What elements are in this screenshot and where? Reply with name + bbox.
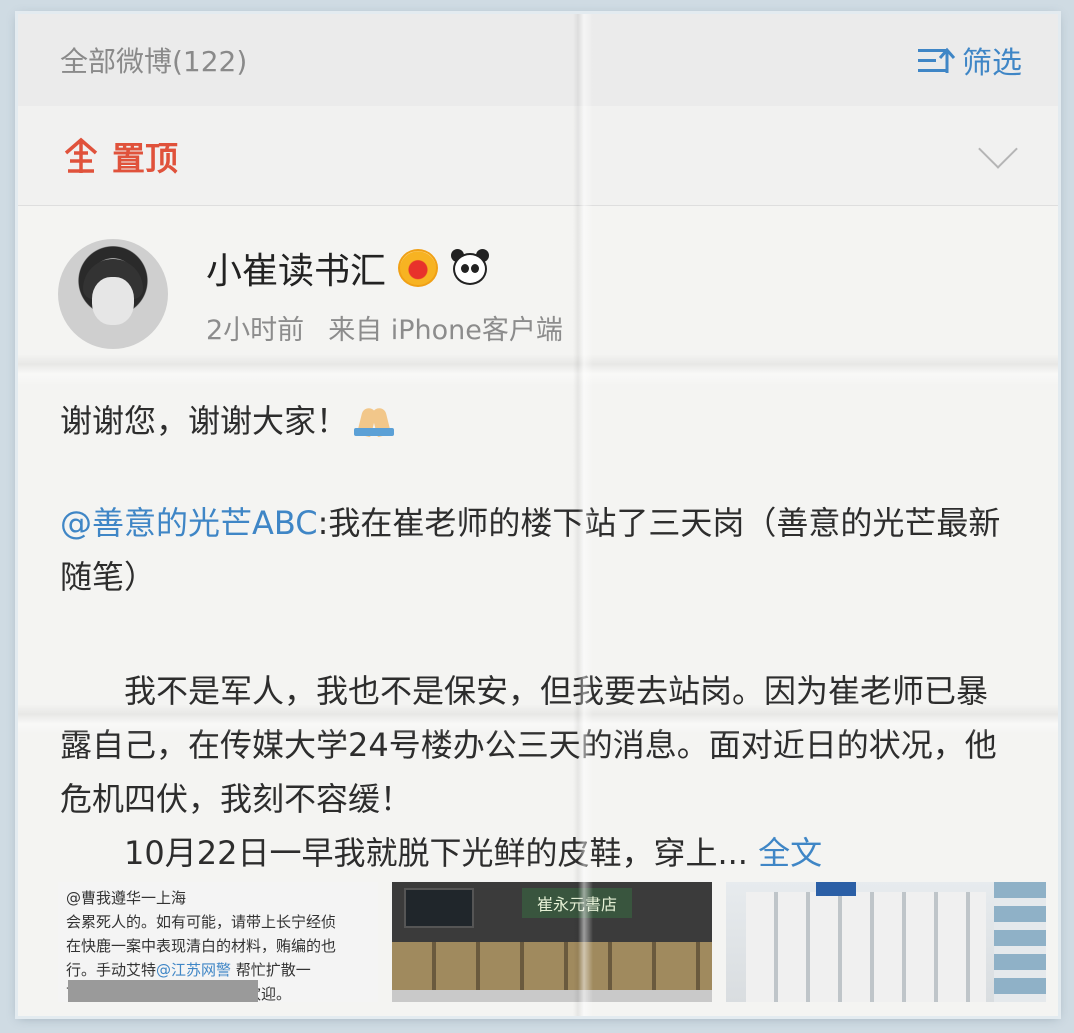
- post-time: 2小时前: [206, 314, 305, 346]
- image-grid: @曹我遵华一上海 会累死人的。如有可能，请带上长宁经侦 在快鹿一案中表现清白的材…: [58, 882, 1046, 1002]
- pinned-label: 置顶: [112, 138, 178, 178]
- image-thumbnail-2[interactable]: 崔永元書店: [392, 882, 712, 1002]
- mention-link[interactable]: @善意的光芒ABC: [60, 504, 318, 542]
- thumb1-line-0: @曹我遵华一上海: [66, 889, 187, 907]
- thumb1-line-3: 行。手动艾特@江苏网警 帮忙扩散一: [66, 961, 311, 979]
- filter-icon: [918, 45, 956, 75]
- name-row: 小崔读书汇: [206, 242, 563, 294]
- full-text-link[interactable]: 全文: [758, 834, 822, 872]
- pinned-indicator: 置顶: [62, 132, 178, 180]
- chevron-down-icon[interactable]: [978, 128, 1018, 169]
- user-info: 小崔读书汇 2小时前 来自 iPhone客户端: [206, 242, 563, 347]
- thumb1-line-2: 在快鹿一案中表现清白的材料，贿编的也: [66, 937, 337, 955]
- weibo-screenshot: 全部微博(122) 筛选 置顶 小崔读书汇 2小时前 来自 iPhone客户端 …: [18, 14, 1058, 1016]
- post-meta: 2小时前 来自 iPhone客户端: [206, 308, 563, 347]
- bookstore-sign: 崔永元書店: [522, 888, 632, 918]
- timeline-header: 全部微博(122) 筛选: [18, 14, 1058, 106]
- avatar[interactable]: [58, 239, 168, 349]
- filter-label: 筛选: [962, 46, 1022, 81]
- post-main-text: 谢谢您，谢谢大家！: [60, 394, 1018, 448]
- image-thumbnail-3[interactable]: [726, 882, 1046, 1002]
- all-posts-count[interactable]: 全部微博(122): [60, 40, 247, 80]
- pinned-bar[interactable]: 置顶: [18, 106, 1058, 206]
- panda-icon[interactable]: [450, 248, 490, 287]
- post-body[interactable]: 谢谢您，谢谢大家！ @善意的光芒ABC:我在崔老师的楼下站了三天岗（善意的光芒最…: [60, 394, 1018, 880]
- post-source[interactable]: 来自 iPhone客户端: [328, 308, 563, 347]
- pray-icon: [354, 406, 395, 438]
- quoted-post: @善意的光芒ABC:我在崔老师的楼下站了三天岗（善意的光芒最新随笔）: [60, 496, 1018, 604]
- image-thumbnail-1[interactable]: @曹我遵华一上海 会累死人的。如有可能，请带上长宁经侦 在快鹿一案中表现清白的材…: [58, 882, 378, 1002]
- post-header: 小崔读书汇 2小时前 来自 iPhone客户端: [58, 239, 563, 349]
- crown-icon[interactable]: [398, 248, 439, 287]
- filter-button[interactable]: 筛选: [918, 38, 1022, 82]
- pin-icon: [64, 137, 98, 173]
- paragraph-2: 10月22日一早我就脱下光鲜的皮鞋，穿上... 全文: [124, 834, 823, 872]
- thumb1-line-1: 会累死人的。如有可能，请带上长宁经侦: [66, 913, 337, 931]
- paragraph-1: 我不是军人，我也不是保安，但我要去站岗。因为崔老师已暴露自己，在传媒大学24号楼…: [60, 672, 997, 818]
- author-name[interactable]: 小崔读书汇: [206, 242, 386, 294]
